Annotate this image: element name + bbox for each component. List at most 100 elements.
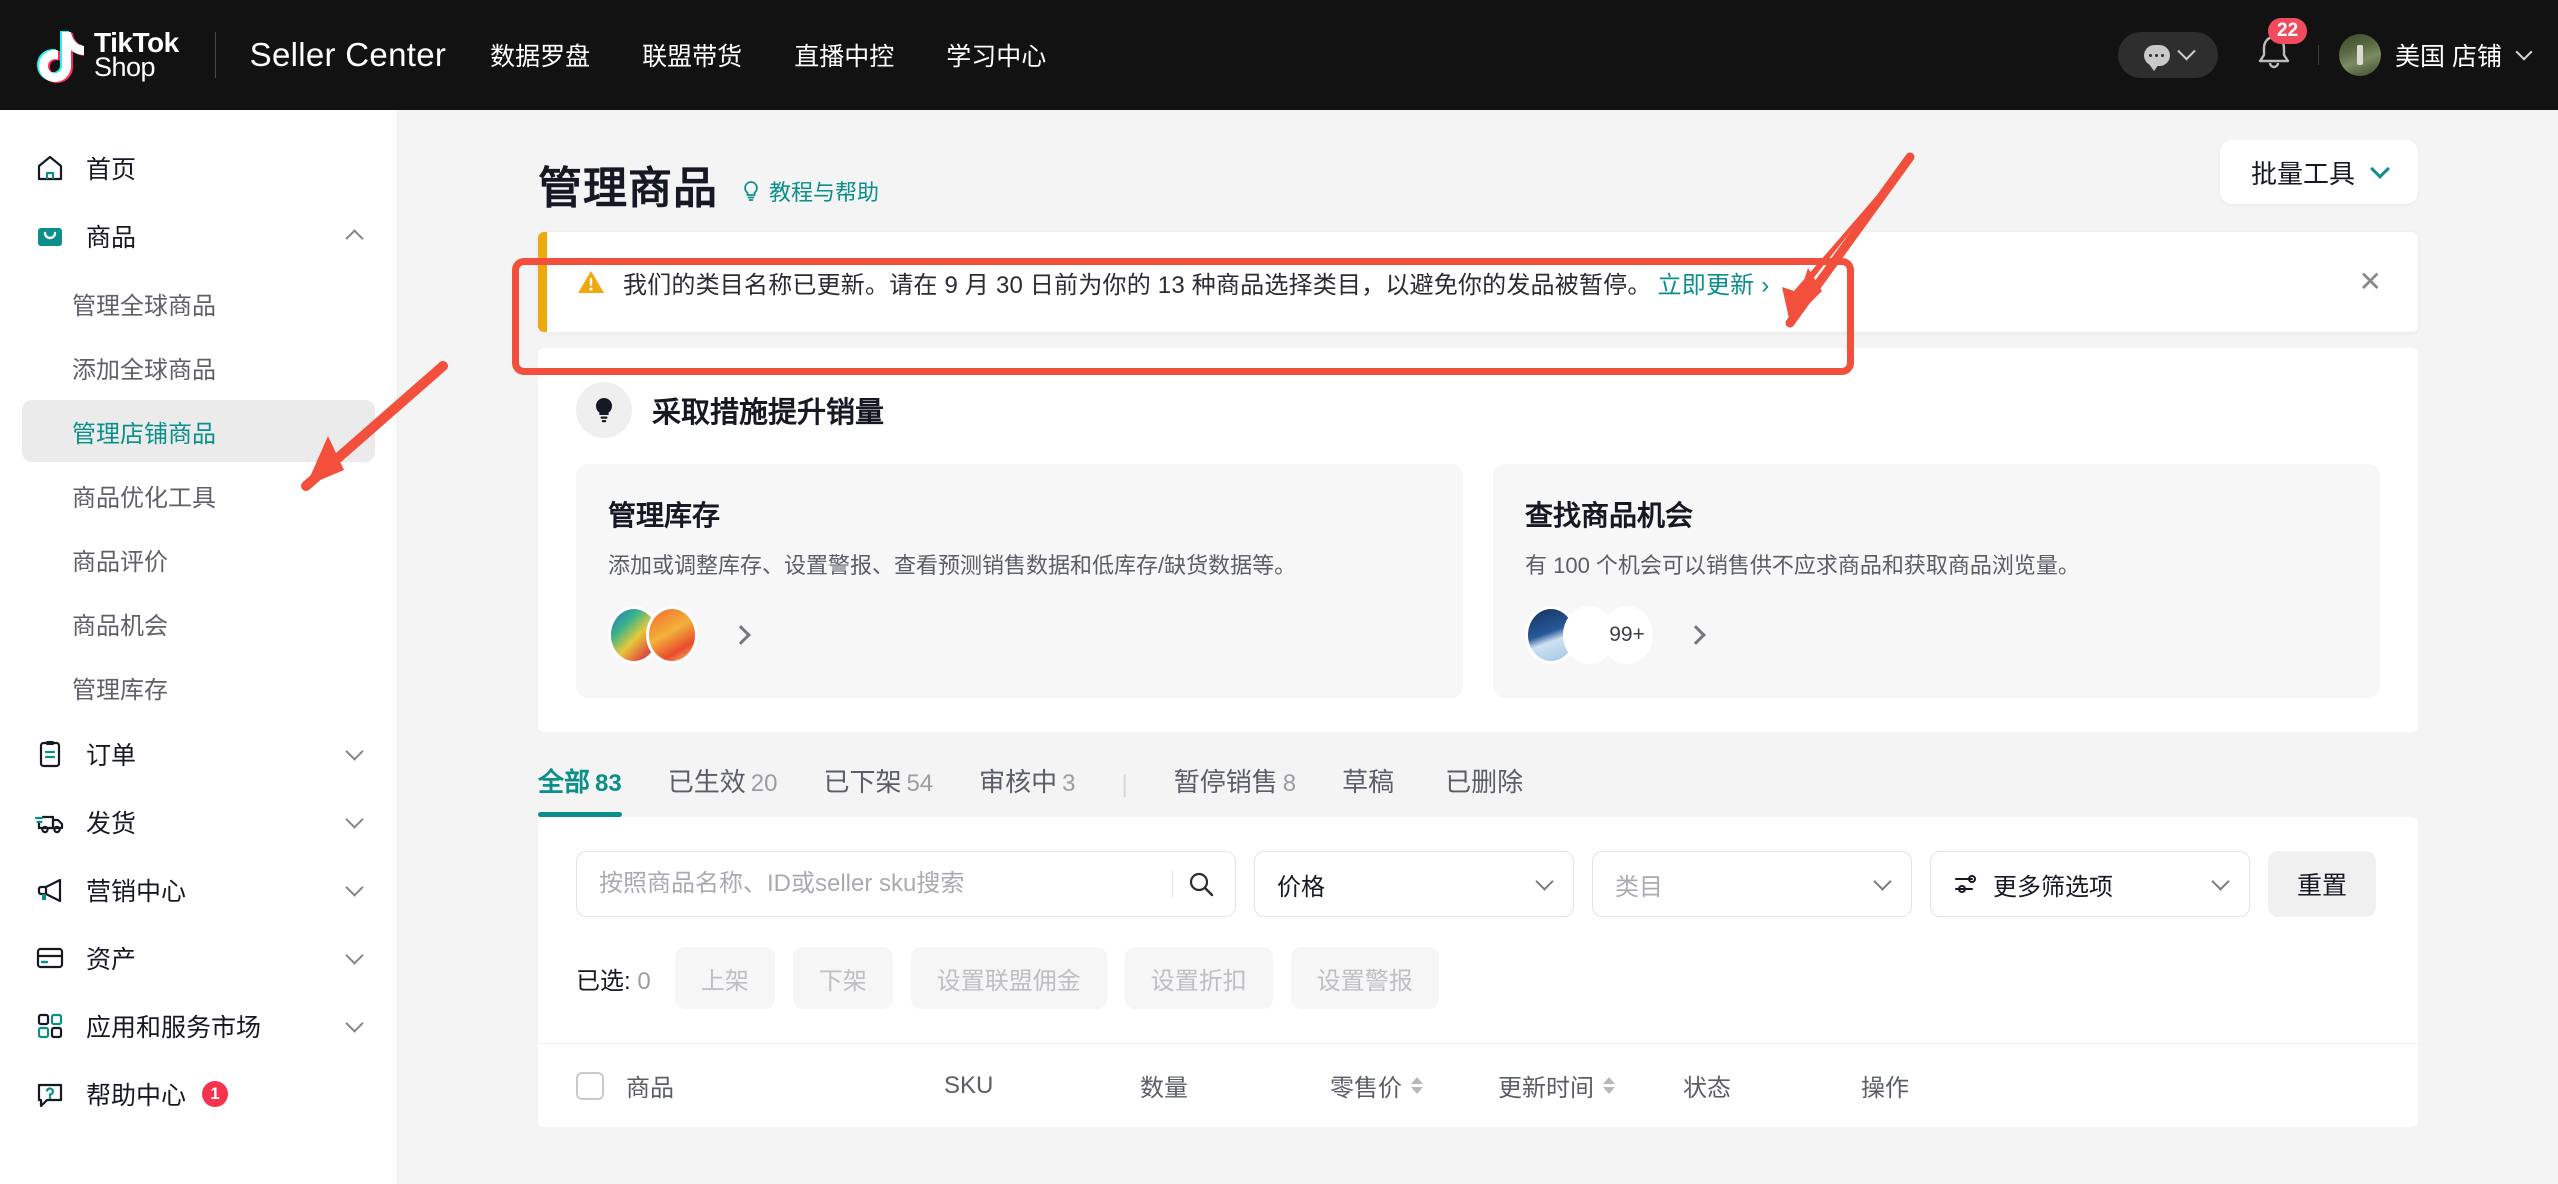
tab-suspended[interactable]: 暂停销售 8 <box>1174 762 1296 817</box>
boost-title: 采取措施提升销量 <box>652 397 885 429</box>
sidebar-group-marketing[interactable]: 营销中心 <box>0 856 397 924</box>
sidebar-item-help-center[interactable]: 帮助中心 1 <box>0 1060 397 1128</box>
reset-filters-button[interactable]: 重置 <box>2268 851 2376 917</box>
card-title: 管理库存 <box>608 500 721 531</box>
chevron-down-icon <box>2176 41 2196 60</box>
category-filter-select[interactable]: 类目 <box>1592 851 1912 917</box>
sidebar-item-manage-inventory[interactable]: 管理库存 <box>22 656 375 718</box>
more-filters-select[interactable]: 更多筛选项 <box>1930 851 2250 917</box>
chevron-down-icon <box>2370 158 2390 179</box>
price-filter-select[interactable]: 价格 <box>1254 851 1574 917</box>
selected-prefix: 已选: <box>576 967 631 995</box>
search-input[interactable] <box>599 870 1172 898</box>
header-actions: 22 美国 店铺 <box>2118 0 2533 110</box>
tab-live[interactable]: 已生效 20 <box>668 762 778 817</box>
page-header: 管理商品 教程与帮助 批量工具 <box>398 110 2558 216</box>
filter-sliders-icon <box>1953 871 1979 897</box>
sidebar-group-assets[interactable]: 资产 <box>0 924 397 992</box>
boost-header: 采取措施提升销量 <box>576 382 2380 438</box>
top-nav-item-2[interactable]: 直播中控 <box>794 37 894 73</box>
sidebar-item-product-reviews[interactable]: 商品评价 <box>22 528 375 590</box>
home-icon <box>34 152 66 184</box>
tab-count: 83 <box>595 770 622 797</box>
sidebar-item-home[interactable]: 首页 <box>0 134 397 202</box>
top-nav-item-0[interactable]: 数据罗盘 <box>490 37 590 73</box>
sidebar-item-product-opportunities[interactable]: 商品机会 <box>22 592 375 654</box>
column-status: 状态 <box>1683 1075 1731 1102</box>
logo-line-2: Shop <box>94 52 156 83</box>
chat-menu-button[interactable] <box>2118 32 2219 78</box>
chevron-down-icon <box>345 877 364 897</box>
batch-tools-button[interactable]: 批量工具 <box>2220 140 2418 204</box>
chevron-down-icon <box>345 809 364 829</box>
sidebar-label: 营销中心 <box>86 878 187 906</box>
chevron-right-icon[interactable] <box>731 625 751 645</box>
truck-icon <box>34 806 66 838</box>
alert-message: 我们的类目名称已更新。请在 9 月 30 日前为你的 13 种商品选择类目，以避… <box>623 271 1652 299</box>
sidebar-group-app-market[interactable]: 应用和服务市场 <box>0 992 397 1060</box>
tab-all[interactable]: 全部 83 <box>538 762 622 817</box>
seller-center-title[interactable]: Seller Center <box>250 36 447 74</box>
select-all-checkbox[interactable] <box>576 1071 604 1100</box>
top-nav-item-3[interactable]: 学习中心 <box>946 37 1046 73</box>
tab-draft[interactable]: 草稿 <box>1342 762 1399 817</box>
top-nav: 数据罗盘 联盟带货 直播中控 学习中心 <box>490 37 1046 73</box>
sidebar-item-product-optimizer[interactable]: 商品优化工具 <box>22 464 375 526</box>
close-icon[interactable]: ✕ <box>2359 268 2382 296</box>
product-thumbnails: 99+ <box>1525 606 1653 664</box>
bulk-list-button[interactable]: 上架 <box>674 947 775 1009</box>
bulk-set-commission-button[interactable]: 设置联盟佣金 <box>910 947 1107 1009</box>
tab-label: 审核中 <box>979 767 1058 797</box>
sidebar-label: 商品机会 <box>72 612 168 640</box>
tab-in-review[interactable]: 审核中 3 <box>979 762 1075 817</box>
chevron-down-icon <box>1873 871 1892 891</box>
bulk-unlist-button[interactable]: 下架 <box>792 947 893 1009</box>
card-manage-inventory[interactable]: 管理库存 添加或调整库存、设置警报、查看预测销售数据和低库存/缺货数据等。 <box>576 464 1463 698</box>
filter-panel: 价格 类目 更多筛选项 <box>538 817 2418 1043</box>
card-find-opportunities[interactable]: 查找商品机会 有 100 个机会可以销售供不应求商品和获取商品浏览量。 99+ <box>1493 464 2380 698</box>
category-alert: 我们的类目名称已更新。请在 9 月 30 日前为你的 13 种商品选择类目，以避… <box>538 232 2418 332</box>
chevron-right-icon[interactable] <box>1686 625 1706 645</box>
sort-icon[interactable] <box>1411 1077 1423 1094</box>
tutorial-help-link[interactable]: 教程与帮助 <box>740 175 879 207</box>
column-update-time[interactable]: 更新时间 <box>1498 1068 1683 1103</box>
category-filter-label: 类目 <box>1615 873 1663 901</box>
product-thumbnail <box>646 606 698 664</box>
sidebar-item-add-global-product[interactable]: 添加全球商品 <box>22 336 375 398</box>
tab-unlisted[interactable]: 已下架 54 <box>823 762 933 817</box>
search-box[interactable] <box>576 851 1236 917</box>
bulb-icon <box>576 382 632 438</box>
megaphone-icon <box>34 874 66 906</box>
alert-cta-link[interactable]: 立即更新 › <box>1658 265 1770 300</box>
sidebar-group-products[interactable]: 商品 <box>0 202 397 270</box>
tab-label: 暂停销售 <box>1173 767 1278 797</box>
card-footer: 99+ <box>1525 606 2348 664</box>
chevron-up-icon <box>345 228 364 248</box>
sidebar-item-manage-shop-products[interactable]: 管理店铺商品 <box>22 400 375 462</box>
boost-cards: 管理库存 添加或调整库存、设置警报、查看预测销售数据和低库存/缺货数据等。 查找… <box>576 464 2380 698</box>
search-icon[interactable] <box>1187 870 1215 898</box>
tiktok-shop-logo[interactable]: TikTok Shop <box>28 25 179 85</box>
top-nav-item-1[interactable]: 联盟带货 <box>642 37 742 73</box>
sidebar-label: 添加全球商品 <box>72 356 216 384</box>
sidebar-item-manage-global-products[interactable]: 管理全球商品 <box>22 272 375 334</box>
bulk-set-alert-button[interactable]: 设置警报 <box>1290 947 1439 1009</box>
tab-label: 已生效 <box>667 767 746 797</box>
products-table-header: 商品 SKU 数量 零售价 更新时间 状态 操作 <box>538 1043 2418 1127</box>
status-tabs: 全部 83 已生效 20 已下架 54 审核中 3 | 暂停销售 8 草稿 已删除 <box>538 762 2418 817</box>
notifications-button[interactable]: 22 <box>2254 17 2308 80</box>
chevron-down-icon <box>345 945 364 965</box>
sidebar-label: 商品 <box>86 224 137 252</box>
chevron-down-icon <box>345 741 364 761</box>
shop-switcher[interactable]: 美国 店铺 <box>2339 34 2533 76</box>
sort-icon[interactable] <box>1603 1077 1615 1094</box>
column-retail-price[interactable]: 零售价 <box>1330 1068 1498 1103</box>
filter-row: 价格 类目 更多筛选项 <box>576 851 2380 917</box>
chevron-down-icon <box>2515 43 2533 61</box>
tab-count: 3 <box>1062 770 1076 797</box>
sidebar-group-orders[interactable]: 订单 <box>0 720 397 788</box>
tab-deleted[interactable]: 已删除 <box>1445 762 1528 817</box>
bulk-set-discount-button[interactable]: 设置折扣 <box>1124 947 1273 1009</box>
sidebar-group-shipping[interactable]: 发货 <box>0 788 397 856</box>
chevron-down-icon <box>1535 871 1554 891</box>
